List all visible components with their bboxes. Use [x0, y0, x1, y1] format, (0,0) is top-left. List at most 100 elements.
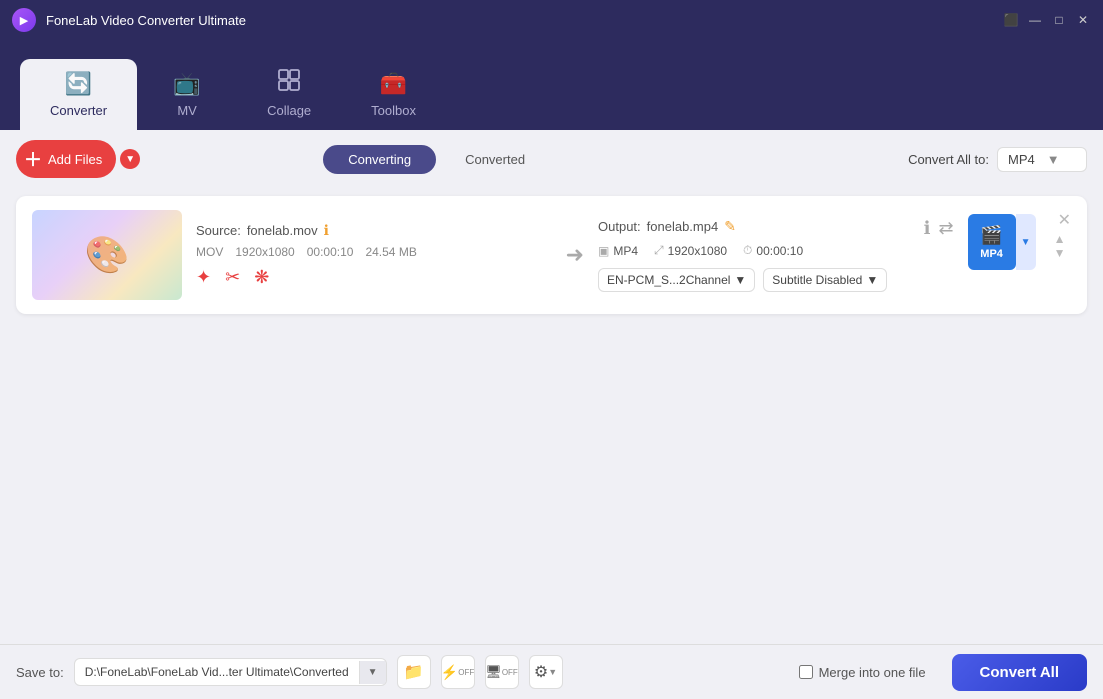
file-props: MOV 1920x1080 00:00:10 24.54 MB: [196, 245, 552, 259]
subtitle-dropdown[interactable]: Subtitle Disabled ▼: [763, 268, 887, 292]
output-resolution-prop: ⤢ 1920x1080: [654, 243, 727, 258]
hw-icon: 🖥: [485, 664, 502, 680]
tab-collage[interactable]: Collage: [237, 57, 341, 130]
file-actions: ✦ ✂ ❋: [196, 267, 552, 288]
converted-pill[interactable]: Converted: [440, 145, 550, 174]
boost-icon: ⚡: [441, 664, 458, 681]
file-item: 🎨 Source: fonelab.mov ℹ MOV 1920x1080 00…: [16, 196, 1087, 314]
app-title: FoneLab Video Converter Ultimate: [46, 13, 1003, 28]
folder-browse-button[interactable]: 📁: [397, 655, 431, 689]
add-files-button[interactable]: ＋ Add Files: [16, 140, 116, 178]
convert-all-to-label: Convert All to:: [908, 152, 989, 167]
output-format-value: MP4: [613, 244, 638, 258]
save-to-label: Save to:: [16, 665, 64, 680]
convert-all-button[interactable]: Convert All: [952, 654, 1087, 691]
thumb-decoration: 🎨: [85, 234, 130, 276]
output-info-icon[interactable]: ℹ: [924, 218, 931, 239]
clock-icon: ⏱: [743, 243, 752, 258]
maximize-button[interactable]: □: [1051, 12, 1067, 28]
file-thumbnail: 🎨: [32, 210, 182, 300]
format-badge-container: 🎬 MP4 ▼: [968, 214, 1036, 270]
plus-icon: ＋: [24, 146, 42, 172]
audio-track-value: EN-PCM_S...2Channel: [607, 273, 730, 287]
subtitle-chevron-icon: ▼: [866, 273, 878, 287]
format-badge-label: MP4: [980, 248, 1003, 260]
format-chevron-icon: ▼: [1047, 152, 1060, 167]
output-format-icon: ▣: [598, 244, 609, 258]
output-swap-icon[interactable]: ⇄: [939, 218, 954, 239]
add-files-dropdown-button[interactable]: ▼: [120, 149, 140, 169]
audio-track-dropdown[interactable]: EN-PCM_S...2Channel ▼: [598, 268, 755, 292]
item-order-arrows[interactable]: ▲ ▼: [1054, 232, 1066, 260]
edit-icon[interactable]: ✎: [724, 218, 736, 235]
tab-mv[interactable]: 📺 MV: [137, 59, 237, 130]
convert-all-to: Convert All to: MP4 ▼: [908, 147, 1087, 172]
output-duration-value: 00:00:10: [756, 244, 803, 258]
merge-checkbox-container: Merge into one file: [799, 665, 926, 680]
main-content: ＋ Add Files ▼ Converting Converted Conve…: [0, 130, 1103, 644]
converter-icon: 🔄: [65, 71, 92, 97]
source-filename: fonelab.mov: [247, 223, 318, 238]
settings-button[interactable]: ⚙ ▼: [529, 655, 563, 689]
arrow-up-icon[interactable]: ▲: [1054, 232, 1066, 246]
toolbar: ＋ Add Files ▼ Converting Converted Conve…: [0, 130, 1103, 188]
format-badge[interactable]: 🎬 MP4: [968, 214, 1016, 270]
output-label: Output:: [598, 219, 641, 234]
gear-icon: ⚙: [534, 662, 548, 682]
tab-mv-label: MV: [177, 103, 197, 118]
settings-dropdown-arrow: ▼: [548, 667, 557, 677]
merge-checkbox[interactable]: [799, 665, 813, 679]
caption-icon[interactable]: ⬛: [1003, 12, 1019, 28]
file-duration: 00:00:10: [307, 245, 354, 259]
close-button[interactable]: ✕: [1075, 12, 1091, 28]
file-format: MOV: [196, 245, 223, 259]
output-filename: fonelab.mp4: [647, 219, 719, 234]
format-badge-arrow[interactable]: ▼: [1016, 214, 1036, 270]
tab-converter-label: Converter: [50, 103, 107, 118]
toolbox-icon: 🧰: [380, 71, 407, 97]
title-bar: ▶ FoneLab Video Converter Ultimate ⬛ — □…: [0, 0, 1103, 40]
tab-converter[interactable]: 🔄 Converter: [20, 59, 137, 130]
tab-toolbox-label: Toolbox: [371, 103, 416, 118]
add-files-label: Add Files: [48, 152, 102, 167]
hardware-button[interactable]: 🖥 OFF: [485, 655, 519, 689]
tab-pills: Converting Converted: [323, 145, 550, 174]
output-dropdowns: EN-PCM_S...2Channel ▼ Subtitle Disabled …: [598, 268, 954, 292]
collage-icon: [278, 69, 300, 97]
enhance-icon[interactable]: ✦: [196, 267, 211, 288]
app-icon: ▶: [12, 8, 36, 32]
cut-icon[interactable]: ✂: [225, 267, 240, 288]
tab-toolbox[interactable]: 🧰 Toolbox: [341, 59, 446, 130]
file-list: 🎨 Source: fonelab.mov ℹ MOV 1920x1080 00…: [0, 188, 1103, 644]
output-meta: Output: fonelab.mp4 ✎ ℹ ⇄ ▣ MP4: [598, 218, 954, 292]
audio-chevron-icon: ▼: [734, 273, 746, 287]
merge-label[interactable]: Merge into one file: [819, 665, 926, 680]
file-source-row: Source: fonelab.mov ℹ: [196, 222, 552, 239]
format-selected-value: MP4: [1008, 152, 1035, 167]
bottom-bar: Save to: D:\FoneLab\FoneLab Vid...ter Ul…: [0, 644, 1103, 699]
source-label: Source:: [196, 223, 241, 238]
nav-tabs: 🔄 Converter 📺 MV Collage 🧰 Toolbox: [0, 40, 1103, 130]
tab-collage-label: Collage: [267, 103, 311, 118]
file-resolution: 1920x1080: [235, 245, 294, 259]
item-close-button[interactable]: ✕: [1058, 210, 1071, 230]
format-badge-icon: 🎬: [980, 225, 1002, 246]
minimize-button[interactable]: —: [1027, 12, 1043, 28]
save-path-text: D:\FoneLab\FoneLab Vid...ter Ultimate\Co…: [75, 659, 359, 685]
info-icon[interactable]: ℹ: [324, 222, 329, 239]
output-source-row: Output: fonelab.mp4 ✎: [598, 218, 736, 235]
format-select-dropdown[interactable]: MP4 ▼: [997, 147, 1087, 172]
file-meta: Source: fonelab.mov ℹ MOV 1920x1080 00:0…: [196, 222, 552, 288]
converting-pill[interactable]: Converting: [323, 145, 436, 174]
arrow-down-icon[interactable]: ▼: [1054, 246, 1066, 260]
file-size: 24.54 MB: [365, 245, 416, 259]
output-format-prop: ▣ MP4: [598, 244, 638, 258]
boost-button[interactable]: ⚡ OFF: [441, 655, 475, 689]
save-path-dropdown[interactable]: ▼: [359, 661, 386, 684]
effects-icon[interactable]: ❋: [254, 267, 269, 288]
output-duration-prop: ⏱ 00:00:10: [743, 243, 803, 258]
convert-arrow-icon: ➜: [566, 242, 584, 268]
output-top-row: Output: fonelab.mp4 ✎ ℹ ⇄: [598, 218, 954, 243]
output-resolution-value: 1920x1080: [668, 244, 727, 258]
window-controls: ⬛ — □ ✕: [1003, 12, 1091, 28]
